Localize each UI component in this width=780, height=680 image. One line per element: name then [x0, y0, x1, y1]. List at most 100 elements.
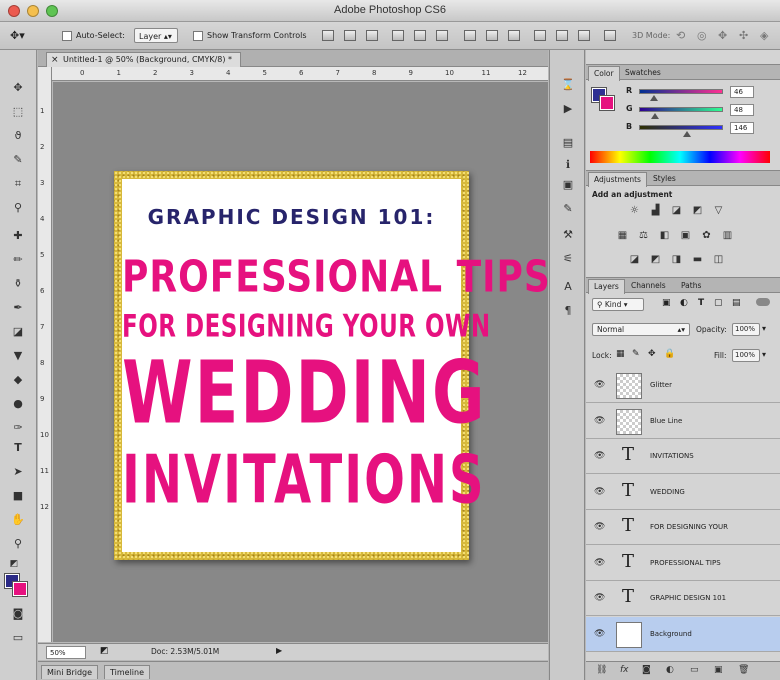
- eye-icon[interactable]: 👁: [594, 487, 605, 497]
- layer-row[interactable]: 👁 T INVITATIONS: [586, 439, 780, 474]
- crop-tool-icon[interactable]: ⌗: [8, 176, 28, 192]
- eraser-tool-icon[interactable]: ◪: [8, 324, 28, 340]
- posterize-icon[interactable]: ◩: [649, 254, 662, 266]
- layer-style-icon[interactable]: fx: [620, 665, 629, 675]
- curves-icon[interactable]: ◪: [670, 205, 683, 217]
- opacity-field[interactable]: 100%: [732, 323, 760, 336]
- brightness-contrast-icon[interactable]: ☼: [628, 205, 641, 217]
- info-panel-icon[interactable]: ℹ: [560, 158, 576, 172]
- eyedropper-tool-icon[interactable]: ⚲: [8, 200, 28, 216]
- filter-type-icon[interactable]: T: [698, 298, 704, 308]
- zoom-tool-icon[interactable]: ⚲: [8, 536, 28, 552]
- distribute-hcenter-icon[interactable]: [556, 30, 568, 41]
- layer-row[interactable]: 👁 T GRAPHIC DESIGN 101: [586, 581, 780, 616]
- clone-source-icon[interactable]: ⚟: [560, 252, 576, 266]
- slider-g-track[interactable]: [639, 107, 723, 112]
- lock-transparent-icon[interactable]: ▦: [616, 349, 625, 359]
- pen-tool-icon[interactable]: ✑: [8, 420, 28, 436]
- vibrance-icon[interactable]: ▽: [712, 205, 725, 217]
- document-size-readout[interactable]: Doc: 2.53M/5.01M: [151, 647, 219, 656]
- auto-align-layers-icon[interactable]: [604, 30, 616, 41]
- auto-select-target-dropdown[interactable]: Layer ▴▾: [134, 28, 178, 43]
- status-arrow-icon[interactable]: ▶: [276, 646, 282, 655]
- distribute-center-icon[interactable]: [486, 30, 498, 41]
- align-horizontal-center-icon[interactable]: [414, 30, 426, 41]
- scale-3d-icon[interactable]: ◈: [760, 28, 768, 43]
- filter-smart-object-icon[interactable]: ▤: [732, 298, 741, 308]
- blend-mode-dropdown[interactable]: Normal ▴▾: [592, 323, 690, 336]
- paragraph-panel-icon[interactable]: ¶: [560, 304, 576, 318]
- slider-g-thumb[interactable]: [650, 113, 659, 119]
- align-vertical-center-icon[interactable]: [344, 30, 356, 41]
- eye-icon[interactable]: 👁: [594, 380, 605, 390]
- tab-layers[interactable]: Layers: [588, 279, 625, 294]
- filter-shape-icon[interactable]: ▢: [714, 298, 723, 308]
- tab-timeline[interactable]: Timeline: [104, 665, 151, 679]
- eye-icon[interactable]: 👁: [594, 558, 605, 568]
- layer-row[interactable]: 👁 T FOR DESIGNING YOUR: [586, 510, 780, 545]
- hand-tool-icon[interactable]: ✋: [8, 512, 28, 528]
- color-panel-background-swatch[interactable]: [599, 95, 615, 111]
- auto-select-checkbox[interactable]: [62, 31, 72, 41]
- tab-channels[interactable]: Channels: [626, 279, 671, 294]
- tab-swatches[interactable]: Swatches: [620, 66, 666, 81]
- fill-field[interactable]: 100%: [732, 349, 760, 362]
- fill-dropdown-icon[interactable]: ▾: [762, 350, 766, 359]
- eye-icon[interactable]: 👁: [594, 522, 605, 532]
- lock-position-icon[interactable]: ✥: [648, 349, 656, 359]
- eye-icon[interactable]: 👁: [594, 629, 605, 639]
- color-lookup-icon[interactable]: ▥: [721, 230, 734, 242]
- align-bottom-icon[interactable]: [366, 30, 378, 41]
- horizontal-ruler[interactable]: 0 1 2 3 4 5 6 7 8 9 10 11 12: [52, 67, 548, 81]
- artwork-glitter-frame[interactable]: GRAPHIC DESIGN 101: PROFESSIONAL TIPS FO…: [114, 171, 550, 560]
- move-tool-preset-icon[interactable]: ✥▾: [10, 28, 25, 43]
- character-panel-icon[interactable]: A: [560, 280, 576, 294]
- opacity-dropdown-icon[interactable]: ▾: [762, 324, 766, 333]
- align-top-icon[interactable]: [322, 30, 334, 41]
- lock-image-icon[interactable]: ✎: [632, 349, 640, 359]
- adjustment-layer-icon[interactable]: ◐: [666, 665, 674, 675]
- tab-adjustments[interactable]: Adjustments: [588, 172, 647, 187]
- new-group-icon[interactable]: ▭: [690, 665, 699, 675]
- tab-color[interactable]: Color: [588, 66, 620, 81]
- navigator-panel-icon[interactable]: ▣: [560, 178, 576, 192]
- align-left-icon[interactable]: [392, 30, 404, 41]
- quick-selection-tool-icon[interactable]: ✎: [8, 152, 28, 168]
- eye-icon[interactable]: 👁: [594, 416, 605, 426]
- invert-icon[interactable]: ◪: [628, 254, 641, 266]
- pan-3d-icon[interactable]: ✥: [718, 28, 727, 43]
- layer-row[interactable]: 👁 Background: [586, 616, 780, 652]
- link-layers-icon[interactable]: ⛓: [596, 665, 607, 675]
- layer-row[interactable]: 👁 T PROFESSIONAL TIPS: [586, 545, 780, 581]
- path-selection-tool-icon[interactable]: ➤: [8, 464, 28, 480]
- slider-b-track[interactable]: [639, 125, 723, 130]
- slider-r-thumb[interactable]: [650, 95, 659, 101]
- status-menu-icon[interactable]: ◩: [100, 646, 109, 656]
- channel-mixer-icon[interactable]: ✿: [700, 230, 713, 242]
- slider-b-value[interactable]: 146: [730, 122, 754, 134]
- exposure-icon[interactable]: ◩: [691, 205, 704, 217]
- tab-paths[interactable]: Paths: [676, 279, 706, 294]
- history-panel-icon[interactable]: ⌛: [560, 78, 576, 92]
- slider-g-value[interactable]: 48: [730, 104, 754, 116]
- healing-brush-tool-icon[interactable]: ✚: [8, 228, 28, 244]
- eye-icon[interactable]: 👁: [594, 593, 605, 603]
- vertical-ruler[interactable]: 1 2 3 4 5 6 7 8 9 10 11 12: [38, 67, 52, 642]
- layer-mask-icon[interactable]: ◙: [642, 665, 651, 675]
- background-color-swatch[interactable]: [12, 581, 28, 597]
- rotate-3d-icon[interactable]: ⟲: [676, 28, 685, 43]
- quick-mask-icon[interactable]: ◙: [8, 606, 28, 622]
- properties-panel-icon[interactable]: ▤: [560, 136, 576, 150]
- history-brush-tool-icon[interactable]: ✒: [8, 300, 28, 316]
- distribute-top-icon[interactable]: [464, 30, 476, 41]
- tool-presets-icon[interactable]: ⚒: [560, 228, 576, 242]
- brush-panel-icon[interactable]: ✎: [560, 202, 576, 216]
- show-transform-checkbox[interactable]: [193, 31, 203, 41]
- screen-mode-icon[interactable]: ▭: [8, 630, 28, 646]
- slider-r-track[interactable]: [639, 89, 723, 94]
- color-spectrum-bar[interactable]: [590, 151, 770, 163]
- slider-r-value[interactable]: 46: [730, 86, 754, 98]
- document-tab[interactable]: × Untitled-1 @ 50% (Background, CMYK/8) …: [46, 52, 242, 67]
- paint-bucket-tool-icon[interactable]: ▼: [8, 348, 28, 364]
- lasso-tool-icon[interactable]: ϑ: [8, 128, 28, 144]
